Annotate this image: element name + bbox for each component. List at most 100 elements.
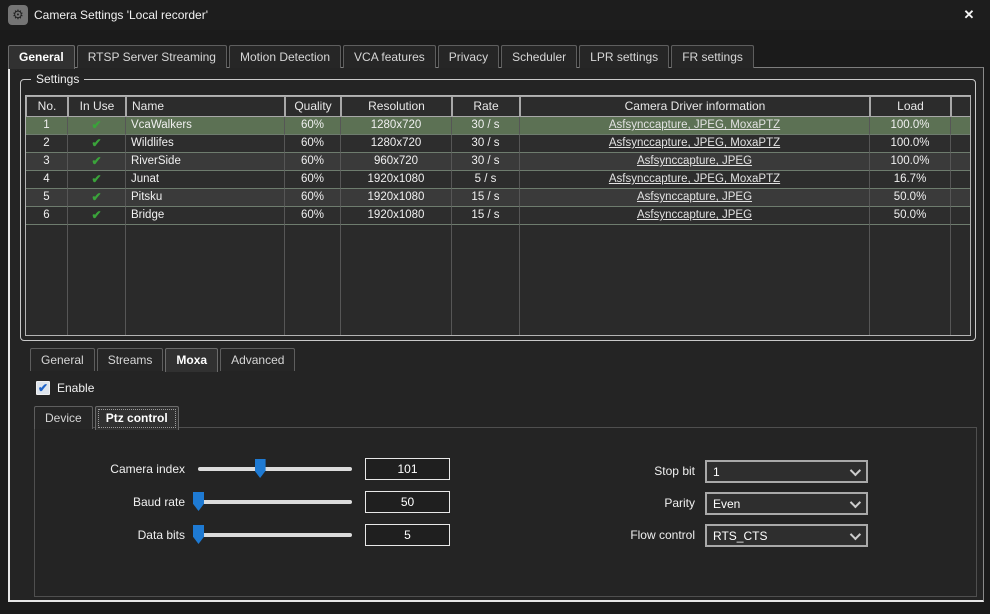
cell-load: 100.0% <box>870 153 951 171</box>
cell-rate: 30 / s <box>452 135 520 153</box>
slider-thumb[interactable] <box>193 525 204 544</box>
check-icon: ✔ <box>91 136 101 150</box>
cell-name: Wildlifes <box>126 135 285 153</box>
tab-lower-streams[interactable]: Streams <box>97 348 164 371</box>
window-title: Camera Settings 'Local recorder' <box>34 8 208 22</box>
driver-info-link[interactable]: Asfsynccapture, JPEG, MoxaPTZ <box>609 173 780 185</box>
camera-config-tabstrip: General Streams Moxa Advanced <box>30 347 297 371</box>
chevron-down-icon <box>850 496 861 507</box>
driver-info-link[interactable]: Asfsynccapture, JPEG <box>637 155 752 167</box>
tab-motion-detection[interactable]: Motion Detection <box>229 45 341 68</box>
table-header-row: No. In Use Name Quality Resolution Rate … <box>26 96 970 117</box>
flow-control-value: RTS_CTS <box>707 529 850 543</box>
enable-checkbox-row[interactable]: ✔ Enable <box>36 381 94 395</box>
slider-track[interactable] <box>198 500 352 504</box>
tab-lower-general[interactable]: General <box>30 348 95 371</box>
col-header-in-use[interactable]: In Use <box>68 96 126 117</box>
stop-bit-select[interactable]: 1 <box>705 460 868 483</box>
cell-no: 2 <box>26 135 68 153</box>
cell-driver: Asfsynccapture, JPEG, MoxaPTZ <box>520 171 870 189</box>
cell-driver: Asfsynccapture, JPEG <box>520 153 870 171</box>
enable-checkbox[interactable]: ✔ <box>36 381 50 395</box>
cell-resolution: 1920x1080 <box>341 171 452 189</box>
cell-no: 6 <box>26 207 68 225</box>
slider-track[interactable] <box>198 467 352 471</box>
col-header-name[interactable]: Name <box>126 96 285 117</box>
col-header-rate[interactable]: Rate <box>452 96 520 117</box>
cell-in-use: ✔ <box>68 153 126 171</box>
check-icon: ✔ <box>91 190 101 204</box>
cell-driver: Asfsynccapture, JPEG <box>520 207 870 225</box>
chevron-down-icon <box>850 464 861 475</box>
cell-resolution: 1920x1080 <box>341 189 452 207</box>
tab-device[interactable]: Device <box>34 406 93 429</box>
tab-general[interactable]: General <box>8 45 75 69</box>
tab-lpr-settings[interactable]: LPR settings <box>579 45 669 68</box>
cell-quality: 60% <box>285 171 341 189</box>
driver-info-link[interactable]: Asfsynccapture, JPEG, MoxaPTZ <box>609 137 780 149</box>
cell-in-use: ✔ <box>68 117 126 135</box>
cell-load: 100.0% <box>870 135 951 153</box>
cell-resolution: 1920x1080 <box>341 207 452 225</box>
table-row[interactable]: 4 ✔ Junat 60% 1920x1080 5 / s Asfsynccap… <box>26 171 970 189</box>
main-tabstrip: General RTSP Server Streaming Motion Det… <box>8 44 756 68</box>
cell-resolution: 1280x720 <box>341 117 452 135</box>
tab-lower-moxa[interactable]: Moxa <box>165 348 218 372</box>
slider-thumb[interactable] <box>193 492 204 511</box>
moxa-subtabstrip: Device Ptz control <box>34 405 181 429</box>
check-icon: ✔ <box>91 172 101 186</box>
cell-driver: Asfsynccapture, JPEG <box>520 189 870 207</box>
cell-load: 50.0% <box>870 207 951 225</box>
app-gear-icon: ⚙ <box>8 5 28 25</box>
tab-lower-advanced[interactable]: Advanced <box>220 348 295 371</box>
cell-quality: 60% <box>285 207 341 225</box>
table-row[interactable]: 6 ✔ Bridge 60% 1920x1080 15 / s Asfsyncc… <box>26 207 970 225</box>
tab-rtsp-server-streaming[interactable]: RTSP Server Streaming <box>77 45 227 68</box>
driver-info-link[interactable]: Asfsynccapture, JPEG <box>637 209 752 221</box>
flow-control-select[interactable]: RTS_CTS <box>705 524 868 547</box>
driver-info-link[interactable]: Asfsynccapture, JPEG, MoxaPTZ <box>609 119 780 131</box>
camera-index-value[interactable] <box>365 458 450 480</box>
col-header-resolution[interactable]: Resolution <box>341 96 452 117</box>
cell-in-use: ✔ <box>68 135 126 153</box>
check-icon: ✔ <box>91 118 101 132</box>
data-bits-value[interactable] <box>365 524 450 546</box>
parity-value: Even <box>707 497 850 511</box>
cell-rate: 30 / s <box>452 153 520 171</box>
baud-rate-value[interactable] <box>365 491 450 513</box>
parity-select[interactable]: Even <box>705 492 868 515</box>
tab-privacy[interactable]: Privacy <box>438 45 499 68</box>
cell-in-use: ✔ <box>68 171 126 189</box>
close-icon[interactable]: ✕ <box>960 6 978 24</box>
check-icon: ✔ <box>91 154 101 168</box>
cell-no: 3 <box>26 153 68 171</box>
cell-in-use: ✔ <box>68 189 126 207</box>
col-header-no[interactable]: No. <box>26 96 68 117</box>
table-row[interactable]: 5 ✔ Pitsku 60% 1920x1080 15 / s Asfsyncc… <box>26 189 970 207</box>
tab-scheduler[interactable]: Scheduler <box>501 45 577 68</box>
slider-thumb[interactable] <box>255 459 266 478</box>
col-header-load[interactable]: Load <box>870 96 951 117</box>
baud-rate-slider[interactable] <box>198 491 352 513</box>
cell-driver: Asfsynccapture, JPEG, MoxaPTZ <box>520 135 870 153</box>
cell-quality: 60% <box>285 153 341 171</box>
driver-info-link[interactable]: Asfsynccapture, JPEG <box>637 191 752 203</box>
slider-track[interactable] <box>198 533 352 537</box>
table-row[interactable]: 2 ✔ Wildlifes 60% 1280x720 30 / s Asfsyn… <box>26 135 970 153</box>
col-header-quality[interactable]: Quality <box>285 96 341 117</box>
titlebar: ⚙ Camera Settings 'Local recorder' ✕ <box>0 0 990 30</box>
ptz-control-panel: Camera index Baud rate Data bits Stop bi… <box>34 427 977 597</box>
cell-name: RiverSide <box>126 153 285 171</box>
cell-name: Junat <box>126 171 285 189</box>
cell-resolution: 960x720 <box>341 153 452 171</box>
col-header-driver[interactable]: Camera Driver information <box>520 96 870 117</box>
cell-rate: 5 / s <box>452 171 520 189</box>
tab-vca-features[interactable]: VCA features <box>343 45 436 68</box>
tab-fr-settings[interactable]: FR settings <box>671 45 754 68</box>
cell-name: Pitsku <box>126 189 285 207</box>
data-bits-slider[interactable] <box>198 524 352 546</box>
camera-index-slider[interactable] <box>198 458 352 480</box>
table-row[interactable]: 1 ✔ VcaWalkers 60% 1280x720 30 / s Asfsy… <box>26 117 970 135</box>
tab-ptz-control[interactable]: Ptz control <box>95 406 179 430</box>
table-row[interactable]: 3 ✔ RiverSide 60% 960x720 30 / s Asfsync… <box>26 153 970 171</box>
